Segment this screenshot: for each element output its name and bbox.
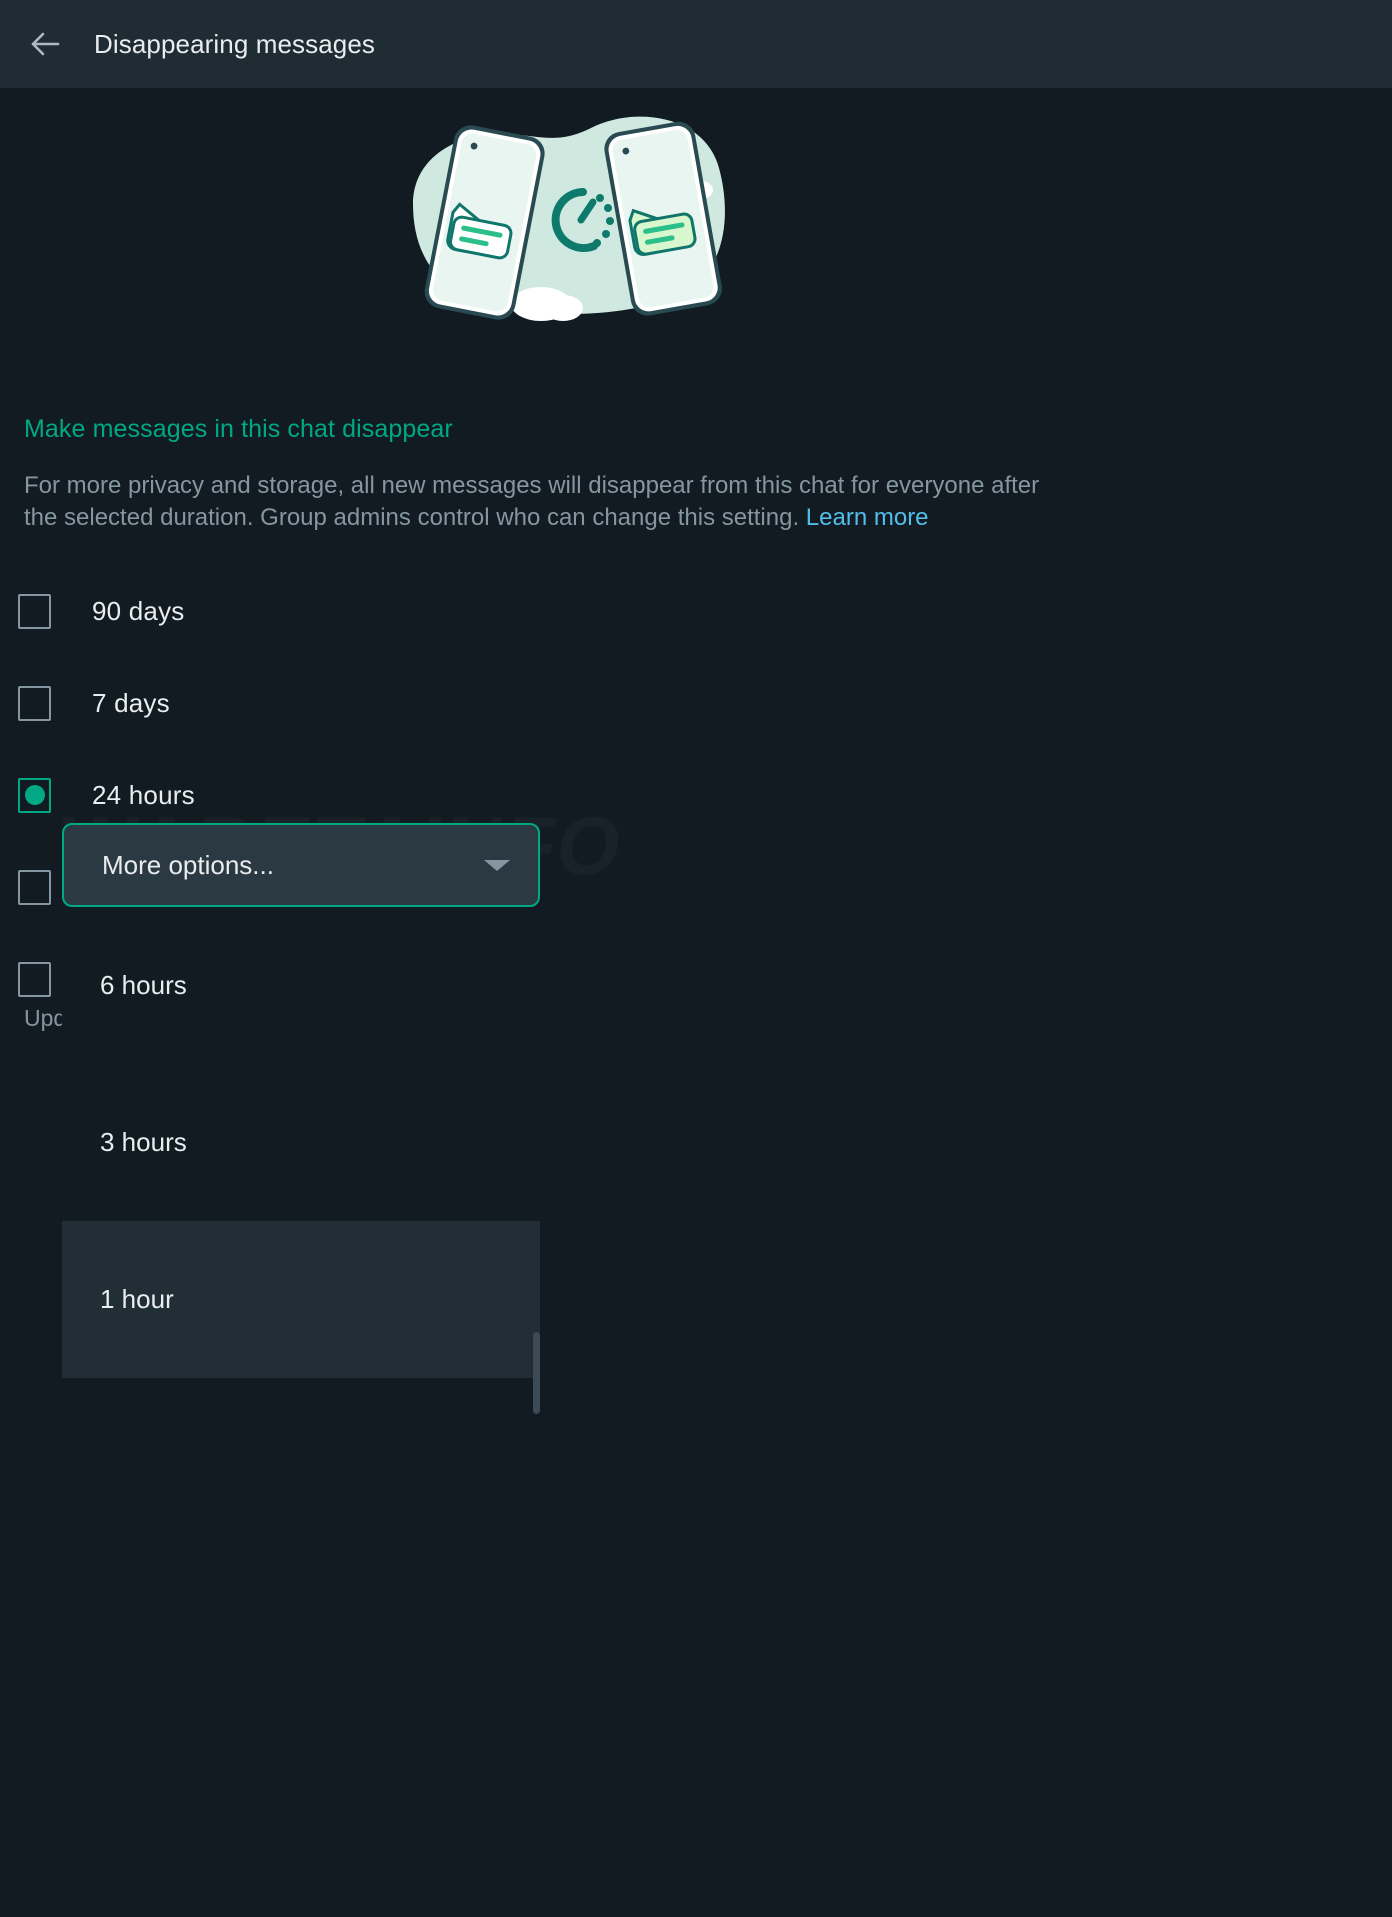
page-title: Disappearing messages	[94, 28, 376, 59]
menu-item-label: 3 hours	[100, 1127, 187, 1157]
option-label: 24 hours	[92, 779, 195, 810]
two-phones-with-timer-illustration	[0, 108, 1139, 358]
checkbox-icon-24-hours-selected[interactable]	[18, 777, 51, 813]
menu-item-label: 6 hours	[100, 970, 187, 1000]
checkbox-icon-90-days[interactable]	[18, 593, 51, 629]
menu-item-label: 1 hour	[100, 1284, 174, 1314]
update-label: Upd	[24, 1005, 67, 1031]
section-title: Make messages in this chat disappear	[24, 415, 453, 443]
option-label: 7 days	[92, 687, 170, 718]
option-label: 90 days	[92, 595, 185, 626]
description-text: For more privacy and storage, all new me…	[24, 470, 1076, 534]
more-options-dropdown-menu: 6 hours 3 hours 1 hour	[62, 907, 540, 1414]
app-bar: Disappearing messages	[0, 0, 1392, 88]
option-row-7-days[interactable]: 7 days	[0, 657, 1139, 749]
dropdown-scrollbar[interactable]	[533, 1332, 540, 1414]
more-options-dropdown-trigger[interactable]: More options...	[62, 823, 540, 907]
option-row-90-days[interactable]: 90 days	[0, 565, 1139, 657]
checkbox-icon-7-days[interactable]	[18, 685, 51, 721]
learn-more-link[interactable]: Learn more	[806, 504, 929, 531]
checkbox-icon-hidden-2[interactable]	[18, 961, 51, 997]
chevron-down-icon[interactable]	[484, 859, 510, 871]
arrow-left-icon[interactable]	[22, 21, 68, 67]
dropdown-trigger-label: More options...	[102, 849, 274, 880]
menu-item-1-hour[interactable]: 1 hour	[62, 1221, 540, 1378]
checkbox-icon-hidden-1[interactable]	[18, 869, 51, 905]
menu-item-3-hours[interactable]: 3 hours	[62, 1064, 540, 1221]
menu-item-6-hours[interactable]: 6 hours	[62, 907, 540, 1064]
disappearing-messages-screen: Disappearing messages Make messages in t…	[0, 0, 1392, 1917]
